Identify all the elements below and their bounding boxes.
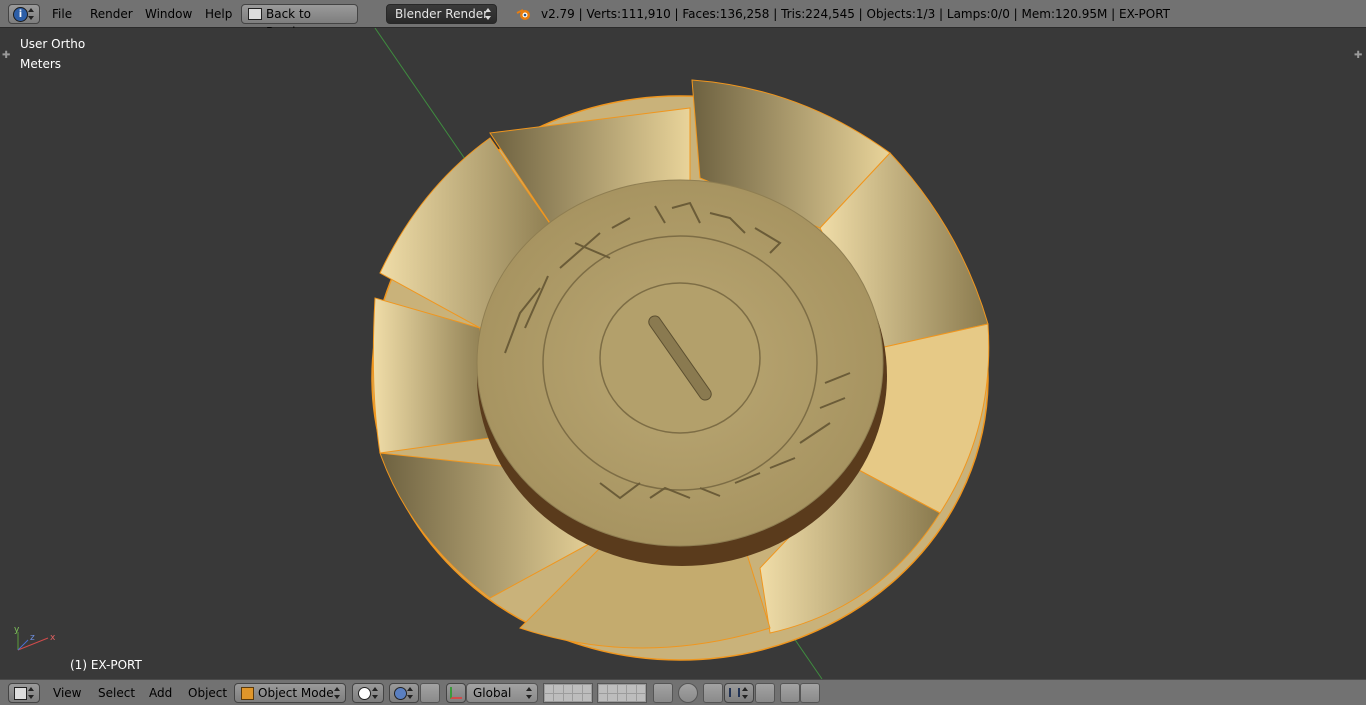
- axis-label-x: x: [50, 633, 56, 643]
- layer-button[interactable]: [627, 693, 636, 701]
- chevron-updown-icon: [372, 686, 378, 700]
- layer-button[interactable]: [636, 693, 645, 701]
- back-icon: [248, 8, 262, 20]
- chevron-updown-icon: [485, 7, 491, 21]
- layer-button[interactable]: [563, 693, 573, 701]
- chevron-updown-icon: [334, 686, 340, 700]
- snap-element-dropdown[interactable]: [724, 683, 754, 703]
- info-icon: i: [13, 7, 28, 22]
- layer-button[interactable]: [554, 693, 563, 701]
- layer-button[interactable]: [582, 685, 591, 693]
- menu-view[interactable]: View: [53, 683, 81, 703]
- layer-button[interactable]: [617, 693, 627, 701]
- layer-button[interactable]: [563, 685, 573, 693]
- object-mode-icon: [241, 687, 254, 700]
- layer-button[interactable]: [599, 693, 608, 701]
- render-engine-dropdown[interactable]: Blender Render: [386, 4, 497, 24]
- render-engine-label: Blender Render: [395, 7, 489, 21]
- editor-type-selector[interactable]: i: [8, 4, 40, 24]
- axis-manipulator-icon: [450, 687, 462, 699]
- menu-render[interactable]: Render: [90, 4, 133, 24]
- info-header: i File Render Window Help Back to Previo…: [0, 0, 1366, 39]
- pivot-point-dropdown[interactable]: [389, 683, 419, 703]
- scene-stats: v2.79 | Verts:111,910 | Faces:136,258 | …: [541, 7, 1171, 21]
- manipulator-toggle-icon[interactable]: [420, 683, 440, 703]
- menu-add[interactable]: Add: [149, 683, 172, 703]
- snap-toggle-icon[interactable]: [703, 683, 723, 703]
- chevron-updown-icon: [28, 686, 34, 700]
- layer-button[interactable]: [545, 685, 554, 693]
- menu-help[interactable]: Help: [205, 4, 232, 24]
- layer-button[interactable]: [554, 685, 563, 693]
- layer-grid-right[interactable]: [597, 683, 647, 703]
- menu-file[interactable]: File: [52, 4, 72, 24]
- proportional-edit-icon[interactable]: [678, 683, 698, 703]
- orientation-dropdown[interactable]: Global: [466, 683, 538, 703]
- axis-gizmo: y z x: [14, 625, 56, 651]
- layer-grid-left[interactable]: [543, 683, 593, 703]
- solid-shading-icon: [358, 687, 371, 700]
- layer-button[interactable]: [636, 685, 645, 693]
- layer-button[interactable]: [582, 693, 591, 701]
- 3d-view-icon: [14, 687, 27, 700]
- grid-snap-icon[interactable]: [755, 683, 775, 703]
- orientation-label: Global: [473, 686, 512, 700]
- layer-button[interactable]: [608, 685, 617, 693]
- layer-button[interactable]: [545, 693, 554, 701]
- lock-camera-icon[interactable]: [653, 683, 673, 703]
- render-animation-icon[interactable]: [800, 683, 820, 703]
- pivot-icon: [394, 687, 407, 700]
- chevron-updown-icon: [742, 686, 748, 700]
- mode-label: Object Mode: [258, 686, 334, 700]
- active-object-label: (1) EX-PORT: [70, 658, 142, 672]
- snap-increment-icon: [729, 688, 740, 697]
- 3d-viewport[interactable]: ✚ ✚ User Ortho Meters y z x (1) EX-PORT: [0, 28, 1366, 679]
- render-image-icon[interactable]: [780, 683, 800, 703]
- blender-logo-icon: [516, 7, 531, 21]
- editor-type-selector-3d[interactable]: [8, 683, 40, 703]
- menu-window[interactable]: Window: [145, 4, 192, 24]
- axis-label-y: y: [14, 625, 20, 635]
- scene-canvas: [371, 28, 990, 679]
- 3d-view-header: View Select Add Object Object Mode Globa…: [0, 679, 1366, 705]
- transform-manipulator-button[interactable]: [446, 683, 466, 703]
- menu-object[interactable]: Object: [188, 683, 227, 703]
- menu-select[interactable]: Select: [98, 683, 135, 703]
- chevron-updown-icon: [28, 7, 34, 21]
- back-to-previous-button[interactable]: Back to Previous: [241, 4, 358, 39]
- mode-dropdown[interactable]: Object Mode: [234, 683, 346, 703]
- layer-button[interactable]: [627, 685, 636, 693]
- axis-label-z: z: [30, 633, 35, 643]
- chevron-updown-icon: [407, 686, 413, 700]
- layer-button[interactable]: [573, 685, 582, 693]
- layer-button[interactable]: [573, 693, 582, 701]
- layer-button[interactable]: [617, 685, 627, 693]
- chevron-updown-icon: [526, 686, 532, 700]
- layer-button[interactable]: [599, 685, 608, 693]
- layer-button[interactable]: [608, 693, 617, 701]
- viewport-shading-dropdown[interactable]: [352, 683, 384, 703]
